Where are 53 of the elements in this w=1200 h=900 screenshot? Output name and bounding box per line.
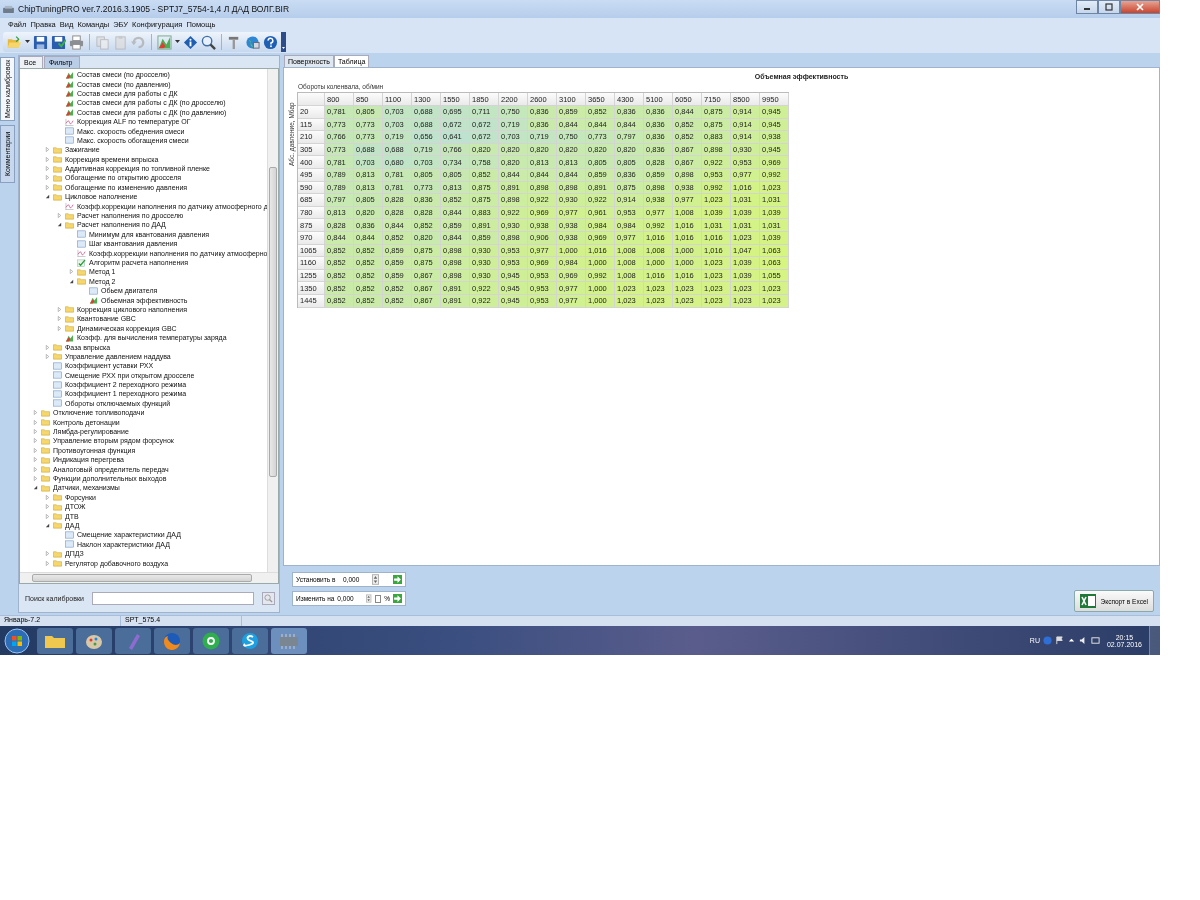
- close-icon: [1135, 3, 1145, 11]
- chart-icon[interactable]: [157, 34, 172, 50]
- start-button[interactable]: [4, 627, 30, 654]
- chat-icon[interactable]: [232, 627, 268, 654]
- curve-icon: [65, 117, 74, 126]
- app-icon: [3, 4, 14, 14]
- chart-icon: [89, 296, 98, 305]
- flag-icon[interactable]: [1054, 636, 1064, 645]
- table-corner: [298, 93, 325, 106]
- caret-icon[interactable]: [175, 40, 180, 44]
- window-title: ChipTuningPRO ver.7.2016.3.1905 - SPTJ7_5754-1,4 Л ДАД ВОЛГ.BIR: [18, 4, 290, 14]
- browser-icon[interactable]: [154, 627, 190, 654]
- arrow-icon: [393, 594, 402, 603]
- curve-icon: [65, 202, 74, 211]
- scrollbar[interactable]: [267, 69, 278, 572]
- curve-icon: [77, 249, 86, 258]
- percent-checkbox[interactable]: [374, 594, 382, 603]
- copy-icon[interactable]: [95, 34, 110, 50]
- spinner-icon[interactable]: [372, 574, 379, 585]
- scrollbar[interactable]: [20, 572, 278, 583]
- search-field[interactable]: [91, 592, 254, 605]
- caret-icon[interactable]: [25, 40, 30, 44]
- folder-icon[interactable]: [37, 627, 73, 654]
- print-icon[interactable]: [69, 34, 84, 50]
- check-icon: [77, 258, 86, 267]
- save-as-icon[interactable]: [51, 34, 66, 50]
- search-icon: [263, 594, 273, 603]
- globe-icon[interactable]: [245, 34, 260, 50]
- search-button[interactable]: [261, 592, 275, 605]
- toolbar-overflow-icon[interactable]: [281, 32, 286, 52]
- save-icon[interactable]: [33, 34, 48, 50]
- chart-icon: [65, 89, 74, 98]
- chart-icon: [65, 70, 74, 79]
- undo-icon[interactable]: [131, 34, 146, 50]
- spinner-icon[interactable]: [366, 593, 372, 604]
- apply-button[interactable]: [393, 594, 402, 603]
- maximize-button[interactable]: [1098, 0, 1120, 14]
- chart-icon: [65, 98, 74, 107]
- show-desktop-button[interactable]: [1149, 626, 1160, 655]
- paint-icon[interactable]: [76, 627, 112, 654]
- spreadsheet-icon: [1079, 594, 1096, 608]
- chip-icon[interactable]: [271, 627, 307, 654]
- arrow-icon: [393, 575, 402, 584]
- maximize-icon: [1104, 3, 1114, 11]
- info-icon[interactable]: [183, 34, 198, 50]
- chart-icon: [65, 333, 74, 342]
- minimize-button[interactable]: [1076, 0, 1098, 14]
- apply-button[interactable]: [393, 575, 402, 584]
- number-icon: [89, 286, 98, 295]
- mail-icon[interactable]: [193, 627, 229, 654]
- close-button[interactable]: [1120, 0, 1160, 14]
- search-icon[interactable]: [201, 34, 216, 50]
- network-icon[interactable]: [1090, 636, 1100, 645]
